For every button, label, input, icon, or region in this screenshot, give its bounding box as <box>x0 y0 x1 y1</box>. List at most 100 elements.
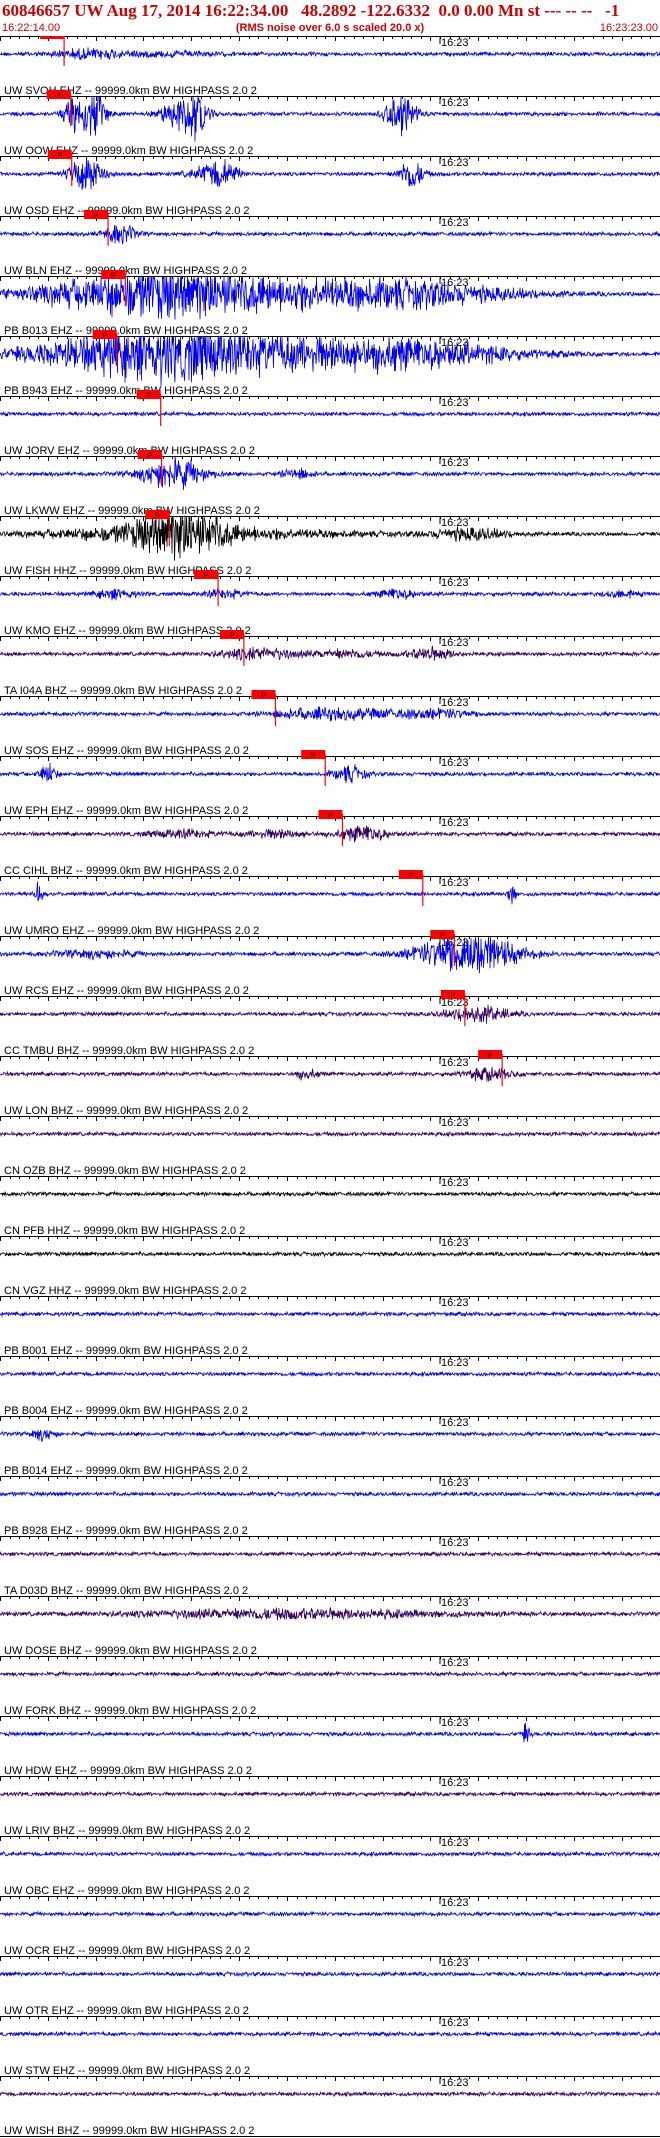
minute-label: 16:23 <box>441 1297 469 1309</box>
pick-label: P <box>440 933 445 940</box>
minute-label: 16:23 <box>441 2017 469 2029</box>
channel-label: TA D03D BHZ -- 99999.0km BW HIGHPASS 2.0… <box>4 1585 248 1597</box>
waveform-trace <box>0 645 660 661</box>
minute-label: 16:23 <box>441 1837 469 1849</box>
channel-label: UW RCS EHZ -- 99999.0km BW HIGHPASS 2.0 … <box>4 985 249 997</box>
pick-label: P <box>50 36 55 40</box>
minute-label: 16:23 <box>441 1357 469 1369</box>
waveform-trace <box>0 2090 660 2098</box>
waveform-trace <box>0 156 660 190</box>
minute-label: 16:23 <box>441 1957 469 1969</box>
pick-label: P <box>111 273 116 280</box>
channel-label: TA I04A BHZ -- 99999.0km BW HIGHPASS 2.0… <box>4 685 242 697</box>
pick-label: P <box>311 753 316 760</box>
waveform-trace <box>0 1066 660 1082</box>
pick-label: P <box>102 333 107 340</box>
minute-label: 16:23 <box>441 637 469 649</box>
channel-label: CC TMBU BHZ -- 99999.0km BW HIGHPASS 2.0… <box>4 1045 254 1057</box>
pick-label: P <box>451 993 456 1000</box>
channel-label: CN PFB HHZ -- 99999.0km BW HIGHPASS 2.0 … <box>4 1225 245 1237</box>
channel-label: UW UMRO EHZ -- 99999.0km BW HIGHPASS 2.0… <box>4 925 259 937</box>
channel-label: PB B001 EHZ -- 99999.0km BW HIGHPASS 2.0… <box>4 1345 248 1357</box>
waveform-trace <box>0 336 660 387</box>
minute-label: 16:23 <box>441 2077 469 2089</box>
channel-label: UW OBC EHZ -- 99999.0km BW HIGHPASS 2.0 … <box>4 1885 250 1897</box>
channel-label: UW DOSE BHZ -- 99999.0km BW HIGHPASS 2.0… <box>4 1645 257 1657</box>
waveform-trace <box>0 1370 660 1378</box>
waveform-trace <box>0 95 660 142</box>
waveform-trace <box>0 1130 660 1138</box>
channel-label: UW JORV EHZ -- 99999.0km BW HIGHPASS 2.0… <box>4 445 255 457</box>
minute-label: 16:23 <box>441 457 469 469</box>
pick-label: P <box>488 1053 493 1060</box>
waveform-trace <box>0 1722 660 1743</box>
minute-label: 16:23 <box>441 1237 469 1249</box>
waveform-trace <box>0 881 660 905</box>
minute-label: 16:23 <box>441 397 469 409</box>
waveform-trace <box>0 588 660 601</box>
channel-label: UW OTR EHZ -- 99999.0km BW HIGHPASS 2.0 … <box>4 2005 249 2017</box>
minute-label: 16:23 <box>441 1117 469 1129</box>
channel-label: UW OSD EHZ -- 99999.0km BW HIGHPASS 2.0 … <box>4 205 250 217</box>
channel-label: PB B943 EHZ -- 99999.0km BW HIGHPASS 2.0… <box>4 385 248 397</box>
pick-label: P <box>94 213 99 220</box>
pick-label: P <box>146 393 151 400</box>
pick-label: P <box>230 633 235 640</box>
waveform-trace <box>0 1910 660 1918</box>
channel-label: UW SVOH EHZ -- 99999.0km BW HIGHPASS 2.0… <box>4 85 257 97</box>
waveform-trace <box>0 1970 660 1978</box>
waveform-trace <box>0 762 660 784</box>
seismogram-plot: 16:23 P UW SVOH EHZ -- 99999.0km BW HIGHPA… <box>0 36 660 2137</box>
channel-label: CN OZB BHZ -- 99999.0km BW HIGHPASS 2.0 … <box>4 1165 246 1177</box>
waveform-trace <box>0 410 660 418</box>
channel-label: UW HDW EHZ -- 99999.0km BW HIGHPASS 2.0 … <box>4 1765 252 1777</box>
minute-label: 16:23 <box>441 757 469 769</box>
minute-label: 16:23 <box>441 1057 469 1069</box>
plot-header: 60846657 UW Aug 17, 2014 16:22:34.00 48.… <box>0 0 660 36</box>
scaling-note: (RMS noise over 6.0 s scaled 20.0 x) <box>235 22 425 34</box>
minute-label: 16:23 <box>441 877 469 889</box>
minute-label: 16:23 <box>441 1417 469 1429</box>
pick-label: P <box>155 513 160 520</box>
waveform-trace <box>0 1190 660 1198</box>
pick-label: P <box>204 573 209 580</box>
waveform-trace <box>0 1250 660 1258</box>
minute-label: 16:23 <box>441 1537 469 1549</box>
waveform-trace <box>0 1310 660 1318</box>
waveform-trace <box>0 2030 660 2038</box>
waveform-trace <box>0 1850 660 1858</box>
waveform-trace <box>0 1550 660 1558</box>
waveform-trace <box>0 456 660 490</box>
waveform-trace <box>0 1004 660 1024</box>
channel-label: UW STW EHZ -- 99999.0km BW HIGHPASS 2.0 … <box>4 2065 250 2077</box>
pick-label: P <box>328 813 333 820</box>
minute-label: 16:23 <box>441 517 469 529</box>
minute-label: 16:23 <box>441 157 469 169</box>
channel-label: UW LRIV BHZ -- 99999.0km BW HIGHPASS 2.0… <box>4 1825 250 1837</box>
waveform-trace <box>0 1607 660 1621</box>
waveform-trace <box>0 1490 660 1498</box>
minute-label: 16:23 <box>441 1717 469 1729</box>
minute-label: 16:23 <box>441 1477 469 1489</box>
waveform-trace <box>0 1790 660 1798</box>
pick-label: P <box>57 153 62 160</box>
minute-label: 16:23 <box>441 817 469 829</box>
channel-label: UW SOS EHZ -- 99999.0km BW HIGHPASS 2.0 … <box>4 745 249 757</box>
minute-label: 16:23 <box>441 97 469 109</box>
end-time: 16:23:23.00 <box>599 22 658 34</box>
waveform-trace <box>0 47 660 61</box>
channel-label: UW LON BHZ -- 99999.0km BW HIGHPASS 2.0 … <box>4 1105 248 1117</box>
event-title: 60846657 UW Aug 17, 2014 16:22:34.00 48.… <box>2 1 620 20</box>
minute-label: 16:23 <box>441 1597 469 1609</box>
channel-label: PB B928 EHZ -- 99999.0km BW HIGHPASS 2.0… <box>4 1525 248 1537</box>
channel-label: UW KMO EHZ -- 99999.0km BW HIGHPASS 2.0 … <box>4 625 251 637</box>
channel-label: CC CIHL BHZ -- 99999.0km BW HIGHPASS 2.0… <box>4 865 248 877</box>
minute-label: 16:23 <box>441 577 469 589</box>
channel-label: PB B013 EHZ -- 99999.0km BW HIGHPASS 2.0… <box>4 325 248 337</box>
channel-label: UW OOW EHZ -- 99999.0km BW HIGHPASS 2.0 … <box>4 145 253 157</box>
channel-label: UW EPH EHZ -- 99999.0km BW HIGHPASS 2.0 … <box>4 805 248 817</box>
minute-label: 16:23 <box>441 697 469 709</box>
minute-label: 16:23 <box>441 1657 469 1669</box>
minute-label: 16:23 <box>441 217 469 229</box>
channel-label: CN VGZ HHZ -- 99999.0km BW HIGHPASS 2.0 … <box>4 1285 246 1297</box>
